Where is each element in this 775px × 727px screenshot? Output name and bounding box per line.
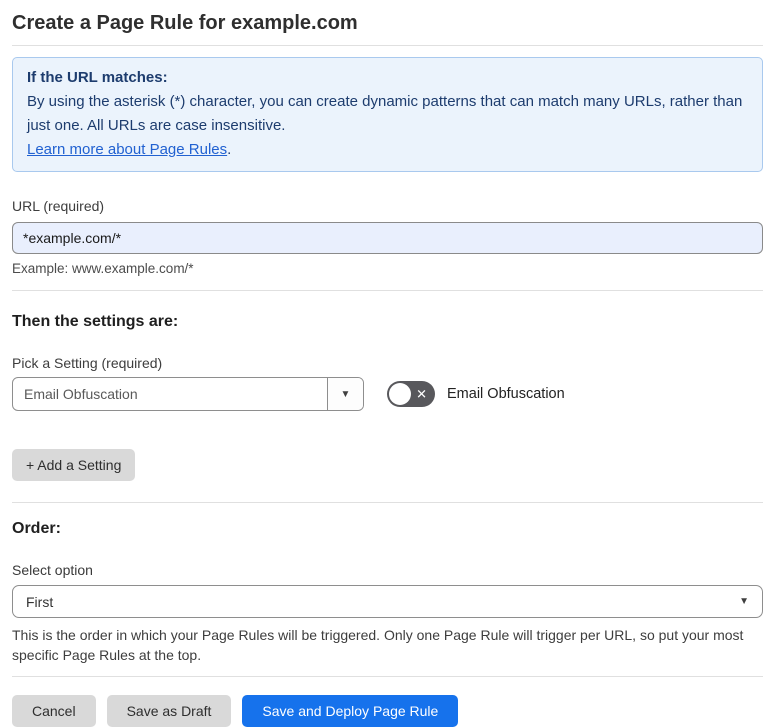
url-example-text: Example: www.example.com/* — [12, 261, 194, 276]
order-help-text: This is the order in which your Page Rul… — [12, 627, 744, 663]
cancel-button[interactable]: Cancel — [12, 695, 96, 727]
toggle-label: Email Obfuscation — [447, 386, 565, 402]
order-select[interactable]: First ▼ — [12, 585, 763, 618]
info-box-body-text: By using the asterisk (*) character, you… — [27, 93, 743, 134]
page-title: Create a Page Rule for example.com — [12, 0, 763, 46]
toggle-knob — [389, 383, 411, 405]
learn-more-link[interactable]: Learn more about Page Rules — [27, 141, 227, 158]
settings-section-heading: Then the settings are: — [12, 313, 179, 330]
url-label: URL (required) — [12, 198, 105, 214]
setting-row: Email Obfuscation ▼ ✕ Email Obfuscation — [12, 377, 763, 411]
save-and-deploy-button[interactable]: Save and Deploy Page Rule — [242, 695, 459, 727]
divider — [12, 290, 763, 291]
chevron-down-icon: ▼ — [739, 596, 749, 607]
url-match-info-box: If the URL matches: By using the asteris… — [12, 57, 763, 172]
setting-dropdown-value: Email Obfuscation — [24, 386, 138, 402]
form-actions: Cancel Save as Draft Save and Deploy Pag… — [12, 695, 763, 727]
save-as-draft-button[interactable]: Save as Draft — [106, 695, 232, 727]
divider — [12, 502, 763, 503]
page-rule-form: Create a Page Rule for example.com If th… — [0, 0, 775, 727]
toggle-off-x-icon: ✕ — [416, 386, 427, 402]
setting-dropdown[interactable]: Email Obfuscation ▼ — [12, 377, 364, 411]
divider — [12, 676, 763, 677]
add-setting-button[interactable]: + Add a Setting — [12, 449, 136, 481]
setting-dropdown-arrow-button[interactable]: ▼ — [327, 378, 363, 410]
url-input[interactable] — [12, 222, 763, 254]
order-select-label: Select option — [12, 562, 93, 578]
order-select-value: First — [26, 593, 54, 610]
info-box-body: By using the asterisk (*) character, you… — [27, 90, 748, 162]
chevron-down-icon: ▼ — [340, 388, 351, 400]
email-obfuscation-toggle[interactable]: ✕ — [387, 381, 435, 407]
order-section-heading: Order: — [12, 520, 61, 537]
pick-setting-label: Pick a Setting (required) — [12, 355, 163, 371]
info-box-heading: If the URL matches: — [27, 69, 168, 86]
link-suffix: . — [227, 141, 232, 158]
